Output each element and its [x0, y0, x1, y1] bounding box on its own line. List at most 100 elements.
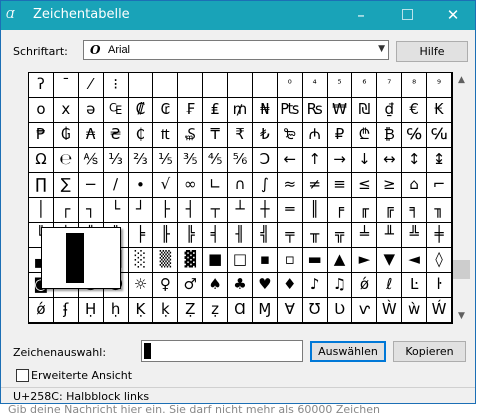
character-cell[interactable]: ₶ [153, 123, 179, 148]
character-cell[interactable]: Ω [29, 148, 54, 173]
character-cell[interactable]: ╖ [427, 198, 452, 223]
character-cell[interactable]: Ɐ [277, 298, 303, 323]
character-cell[interactable] [252, 73, 278, 98]
character-cell[interactable]: ⅍ [78, 148, 104, 173]
maximize-button[interactable] [385, 1, 429, 30]
character-cell[interactable]: │ [29, 198, 54, 223]
character-cell[interactable]: ₠ [103, 98, 129, 123]
character-cell[interactable]: ▬ [302, 248, 328, 273]
character-cell[interactable]: ↓ [352, 148, 378, 173]
character-cell[interactable]: ⁝ [103, 73, 129, 98]
character-cell[interactable]: ┌ [53, 198, 79, 223]
character-cell[interactable]: ≥ [377, 173, 403, 198]
font-dropdown[interactable]: O Arial ▼ [83, 40, 389, 60]
character-cell[interactable]: ǿ [29, 298, 54, 323]
character-cell[interactable]: ╓ [352, 198, 378, 223]
character-cell[interactable] [178, 73, 204, 98]
character-cell[interactable]: − [78, 173, 104, 198]
character-cell[interactable]: √ [153, 173, 179, 198]
character-cell[interactable]: ≡ [327, 173, 353, 198]
character-cell[interactable]: ŀ [427, 273, 452, 298]
character-cell[interactable]: ⌐ [427, 173, 452, 198]
character-cell[interactable]: ↕ [402, 148, 428, 173]
character-cell[interactable]: ╟ [153, 223, 179, 248]
character-cell[interactable]: ┴ [228, 198, 253, 223]
character-cell[interactable]: ═ [277, 198, 303, 223]
character-cell[interactable]: ♦ [277, 273, 303, 298]
character-cell[interactable]: ₺ [252, 123, 278, 148]
character-cell[interactable]: ╩ [402, 223, 428, 248]
character-cell[interactable]: ⁄ [78, 73, 104, 98]
character-cell[interactable]: ← [277, 148, 303, 173]
character-cell[interactable]: ▓ [178, 248, 204, 273]
character-cell[interactable]: ╪ [427, 223, 452, 248]
character-cell[interactable]: ʔ [29, 73, 54, 98]
character-cell[interactable]: Ʋ [327, 298, 353, 323]
title-bar[interactable]: Ɑ Zeichentabelle – ✕ [1, 1, 475, 30]
character-cell[interactable]: ▫ [277, 248, 303, 273]
character-cell[interactable]: → [327, 148, 353, 173]
character-cell[interactable]: ║ [302, 198, 328, 223]
character-cell[interactable]: ₱ [29, 123, 54, 148]
character-cell[interactable]: ₧ [277, 98, 303, 123]
character-cell[interactable]: ≤ [352, 173, 378, 198]
character-cell[interactable]: ╢ [228, 223, 253, 248]
character-cell[interactable]: ♀ [153, 273, 179, 298]
character-cell[interactable]: ₳ [78, 123, 104, 148]
character-cell[interactable]: ₨ [302, 98, 328, 123]
character-cell[interactable]: ℓ [377, 273, 403, 298]
character-cell[interactable]: ≠ [302, 173, 328, 198]
character-cell[interactable] [203, 73, 229, 98]
character-cell[interactable]: ḥ [103, 298, 129, 323]
character-cell[interactable]: ₫ [377, 98, 403, 123]
character-cell[interactable]: ↔ [377, 148, 403, 173]
character-cell[interactable]: Ẃ [427, 298, 452, 323]
character-cell[interactable]: ⅘ [203, 148, 229, 173]
character-cell[interactable]: Ḳ [128, 298, 154, 323]
character-cell[interactable]: ≈ [277, 173, 303, 198]
character-cell[interactable]: ░ [128, 248, 154, 273]
character-cell[interactable]: ╧ [352, 223, 378, 248]
character-cell[interactable]: ∟ [203, 173, 229, 198]
character-cell[interactable]: ₤ [203, 98, 229, 123]
character-cell[interactable]: ∕ [103, 173, 129, 198]
character-cell[interactable]: Ɑ [228, 298, 253, 323]
character-cell[interactable]: ⅔ [128, 148, 154, 173]
character-cell[interactable]: ┬ [203, 198, 229, 223]
character-cell[interactable]: ǿ [352, 273, 378, 298]
scroll-down-icon[interactable]: ▼ [453, 308, 470, 324]
character-cell[interactable]: ∞ [178, 173, 204, 198]
character-cell[interactable]: ⁶ [352, 73, 378, 98]
character-cell[interactable]: ₷ [178, 123, 204, 148]
character-cell[interactable]: ⁹ [427, 73, 452, 98]
character-cell[interactable]: ⁰ [277, 73, 303, 98]
character-cell[interactable]: ⅚ [228, 148, 253, 173]
character-cell[interactable]: ₦ [252, 98, 278, 123]
character-cell[interactable]: ↑ [302, 148, 328, 173]
character-cell[interactable]: ☼ [128, 273, 154, 298]
character-cell[interactable]: ₻ [277, 123, 303, 148]
character-cell[interactable]: ╞ [128, 223, 154, 248]
character-cell[interactable]: ₼ [302, 123, 328, 148]
character-cell[interactable] [128, 73, 154, 98]
character-cell[interactable]: ₩ [327, 98, 353, 123]
character-cell[interactable]: ╥ [302, 223, 328, 248]
character-cell[interactable]: ∙ [128, 173, 154, 198]
selection-input[interactable] [141, 340, 303, 362]
character-cell[interactable]: ╠ [178, 223, 204, 248]
character-cell[interactable]: ˉ [53, 73, 79, 98]
character-cell[interactable]: ∏ [29, 173, 54, 198]
character-cell[interactable]: ♫ [327, 273, 353, 298]
character-cell[interactable]: ə [78, 98, 104, 123]
character-cell[interactable]: ◄ [402, 248, 428, 273]
character-cell[interactable]: ₽ [327, 123, 353, 148]
character-cell[interactable]: x [53, 98, 79, 123]
character-cell[interactable]: ₡ [128, 98, 154, 123]
character-cell[interactable]: ⁵ [327, 73, 353, 98]
character-cell[interactable]: Ẓ [178, 298, 204, 323]
character-cell[interactable]: ♣ [228, 273, 253, 298]
character-cell[interactable]: ■ [203, 248, 229, 273]
character-cell[interactable]: ẁ [402, 298, 428, 323]
character-cell[interactable]: ╨ [377, 223, 403, 248]
character-cell[interactable] [228, 73, 253, 98]
